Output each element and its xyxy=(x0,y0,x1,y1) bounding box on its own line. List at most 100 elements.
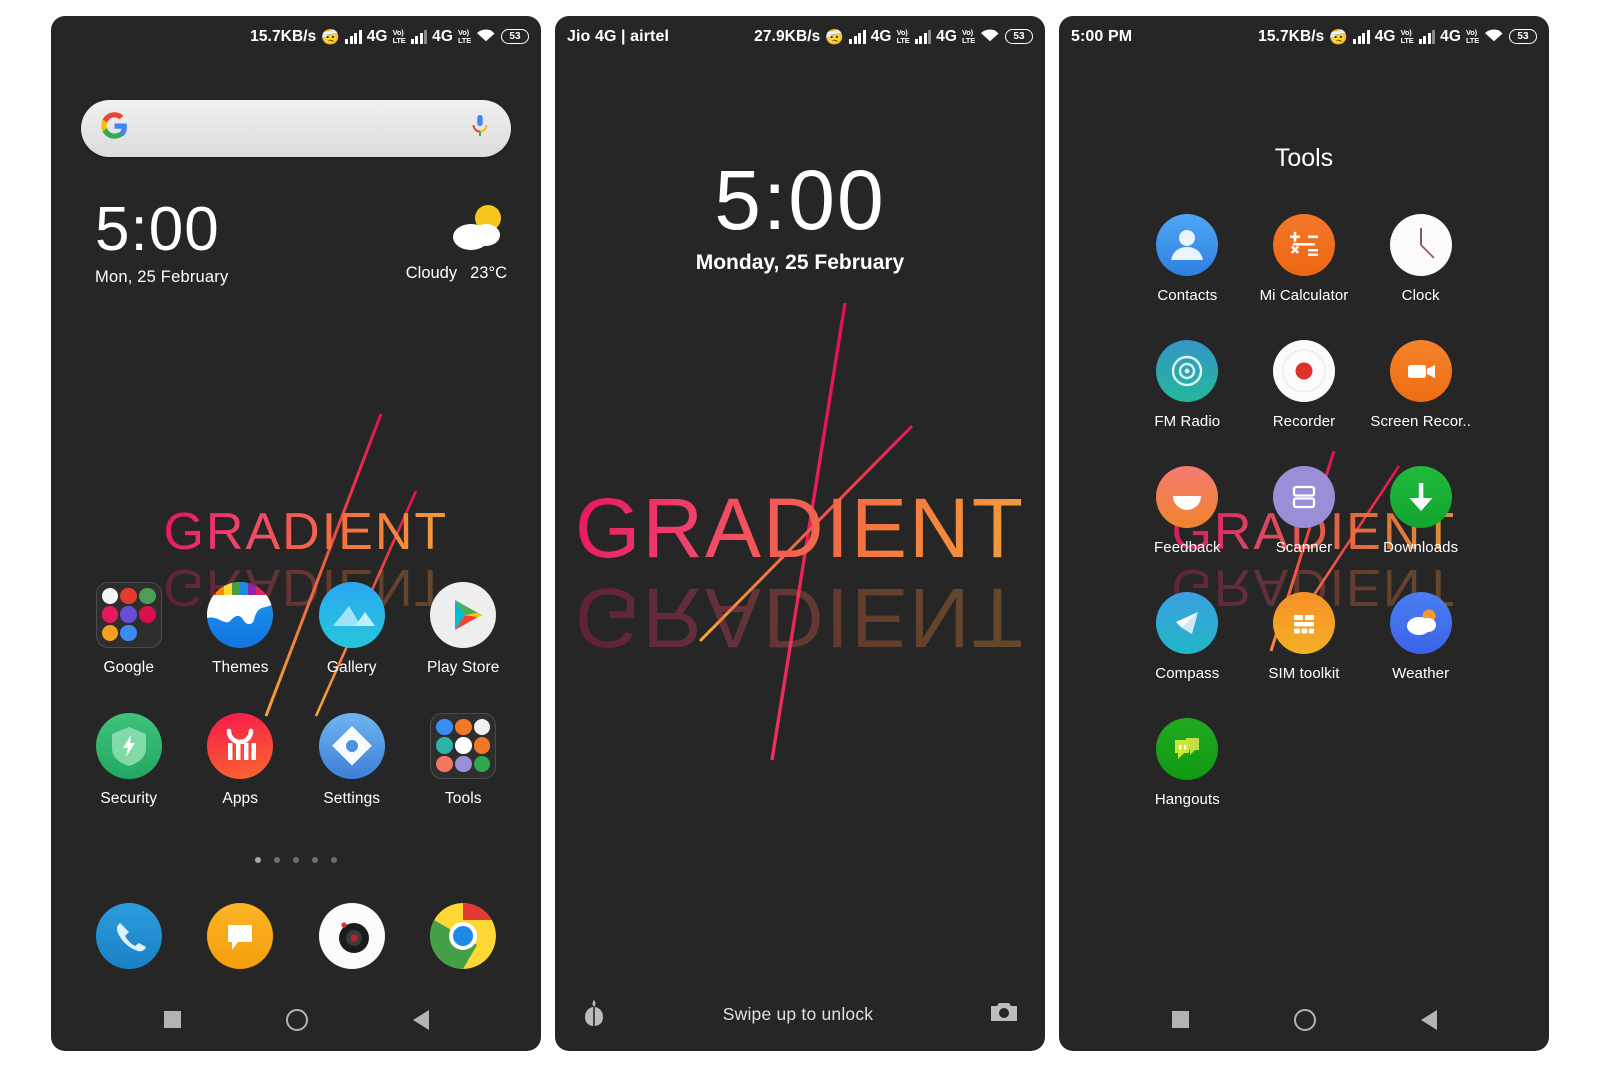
app-label: Contacts xyxy=(1157,286,1218,304)
clock-weather-widget[interactable]: 5:00 Mon, 25 February Cloudy 23°C xyxy=(95,194,507,288)
network-type-sim1: 4G xyxy=(366,27,388,45)
app-label: Settings xyxy=(323,789,381,807)
page-dot[interactable] xyxy=(331,856,337,863)
sim-toolkit-icon xyxy=(1272,591,1335,654)
play-store-icon xyxy=(430,581,497,648)
google-search-bar[interactable] xyxy=(81,99,511,157)
google-g-icon xyxy=(101,112,128,144)
app-play-store[interactable]: Play Store xyxy=(408,581,520,677)
weather-icon xyxy=(1389,591,1452,654)
network-type-sim2: 4G xyxy=(432,27,453,45)
weather-temperature: 23°C xyxy=(470,263,507,282)
app-label: FM Radio xyxy=(1154,412,1221,430)
folder-app-clock[interactable]: Clock xyxy=(1362,213,1479,304)
app-label: Apps xyxy=(222,789,259,807)
app-gallery[interactable]: Gallery xyxy=(296,581,408,677)
weather-block[interactable]: Cloudy 23°C xyxy=(406,201,507,283)
app-label: Gallery xyxy=(326,658,377,676)
square-icon[interactable] xyxy=(1171,1011,1189,1028)
signal-bars-sim2 xyxy=(914,29,932,44)
app-label: SIM toolkit xyxy=(1268,664,1340,682)
circle-icon[interactable] xyxy=(1293,1008,1316,1031)
fm-radio-icon xyxy=(1156,339,1219,402)
page-dot[interactable] xyxy=(293,856,299,863)
app-label: Feedback xyxy=(1153,538,1221,556)
clock-block[interactable]: 5:00 Mon, 25 February xyxy=(95,194,229,288)
folder-app-hangouts[interactable]: Hangouts xyxy=(1129,717,1246,808)
dock-chrome[interactable]: Chrome xyxy=(408,902,520,969)
flashlight-tulip-icon[interactable] xyxy=(581,997,607,1032)
triangle-back-icon[interactable] xyxy=(412,1009,429,1030)
folder-app-recorder[interactable]: Recorder xyxy=(1246,339,1363,430)
folder-app-screen-recorder[interactable]: Screen Recor.. xyxy=(1362,339,1479,430)
app-settings[interactable]: Settings xyxy=(296,712,408,808)
folder-title[interactable]: Tools xyxy=(1059,144,1549,173)
contacts-icon xyxy=(1156,213,1219,276)
folder-app-feedback[interactable]: Feedback xyxy=(1129,465,1246,556)
gallery-icon xyxy=(318,581,385,648)
app-security[interactable]: Security xyxy=(73,712,185,808)
downloads-icon xyxy=(1389,465,1452,528)
battery-indicator: 53 xyxy=(1005,29,1033,44)
settings-icon xyxy=(318,712,385,779)
page-dot[interactable] xyxy=(255,856,261,863)
status-clock-tools: 5:00 PM xyxy=(1071,27,1133,45)
microphone-icon[interactable] xyxy=(469,114,491,143)
folder-app-downloads[interactable]: Downloads xyxy=(1362,465,1479,556)
page-dot[interactable] xyxy=(312,856,318,863)
signal-bars-sim2 xyxy=(1418,29,1436,44)
app-label: Hangouts xyxy=(1154,790,1220,808)
compass-icon xyxy=(1156,591,1219,654)
lock-screen-bottom-bar: Swipe up to unlock xyxy=(555,979,1045,1051)
tools-folder-grid: Contacts Mi Calculator Clock FM Radio Re… xyxy=(1129,213,1479,808)
app-label: Tools xyxy=(444,789,482,807)
home-app-grid: Google Themes Gallery Play Store Securit… xyxy=(73,581,520,808)
folder-app-sim-toolkit[interactable]: SIM toolkit xyxy=(1246,591,1363,682)
app-label: Google xyxy=(103,658,155,676)
wallpaper-word-reflection: GRADIENT xyxy=(574,570,1026,665)
screen-recorder-icon xyxy=(1389,339,1452,402)
camera-icon[interactable] xyxy=(989,1000,1019,1029)
phone-panel-tools: GRADIENT GRADIENT 5:00 PM 15.7KB/s 🤕 4G … xyxy=(1059,15,1549,1051)
status-bar-tools: 5:00 PM 15.7KB/s 🤕 4G Vo) LTE 4G Vo) LTE 5… xyxy=(1059,16,1549,58)
volte-icon-sim2: Vo) LTE xyxy=(1465,28,1479,45)
square-icon[interactable] xyxy=(163,1011,181,1028)
app-tools-folder[interactable]: Tools xyxy=(408,712,520,808)
wallpaper-home: GRADIENT GRADIENT xyxy=(51,16,541,1051)
chrome-icon xyxy=(430,902,497,969)
battery-indicator: 53 xyxy=(501,29,529,44)
lock-date: Monday, 25 February xyxy=(695,250,905,274)
dock-camera[interactable]: Camera xyxy=(296,902,408,969)
analog-clock-icon xyxy=(1389,213,1452,276)
app-label: Mi Calculator xyxy=(1259,286,1349,304)
app-label: Play Store xyxy=(426,658,500,676)
app-themes[interactable]: Themes xyxy=(185,581,297,677)
folder-app-compass[interactable]: Compass xyxy=(1129,591,1246,682)
bluetooth-icon: 🤕 xyxy=(1329,28,1349,46)
app-google-folder[interactable]: Google xyxy=(73,581,185,677)
page-dot[interactable] xyxy=(274,856,280,863)
bluetooth-icon: 🤕 xyxy=(321,28,341,46)
widget-date: Mon, 25 February xyxy=(95,268,229,287)
scanner-icon xyxy=(1272,465,1335,528)
app-apps-store[interactable]: Apps xyxy=(185,712,297,808)
widget-time: 5:00 xyxy=(95,194,220,264)
volte-icon-sim1: Vo) LTE xyxy=(896,28,910,45)
folder-app-weather[interactable]: Weather xyxy=(1362,591,1479,682)
folder-app-contacts[interactable]: Contacts xyxy=(1129,213,1246,304)
dock-messaging[interactable]: Messaging xyxy=(185,902,297,969)
triangle-back-icon[interactable] xyxy=(1420,1009,1437,1030)
app-label: Security xyxy=(100,789,158,807)
battery-indicator: 53 xyxy=(1509,29,1537,44)
signal-bars-sim1 xyxy=(1353,29,1370,44)
weather-condition: Cloudy xyxy=(405,263,458,282)
folder-app-calculator[interactable]: Mi Calculator xyxy=(1246,213,1363,304)
app-label: Themes xyxy=(211,658,269,676)
folder-app-fm-radio[interactable]: FM Radio xyxy=(1129,339,1246,430)
circle-icon[interactable] xyxy=(285,1008,308,1031)
message-bubble-icon xyxy=(207,902,274,969)
hangouts-icon xyxy=(1156,717,1219,780)
lock-screen-clock: 5:00 Monday, 25 February xyxy=(555,158,1045,275)
dock-phone[interactable]: Phone xyxy=(73,902,185,969)
folder-app-scanner[interactable]: Scanner xyxy=(1246,465,1363,556)
